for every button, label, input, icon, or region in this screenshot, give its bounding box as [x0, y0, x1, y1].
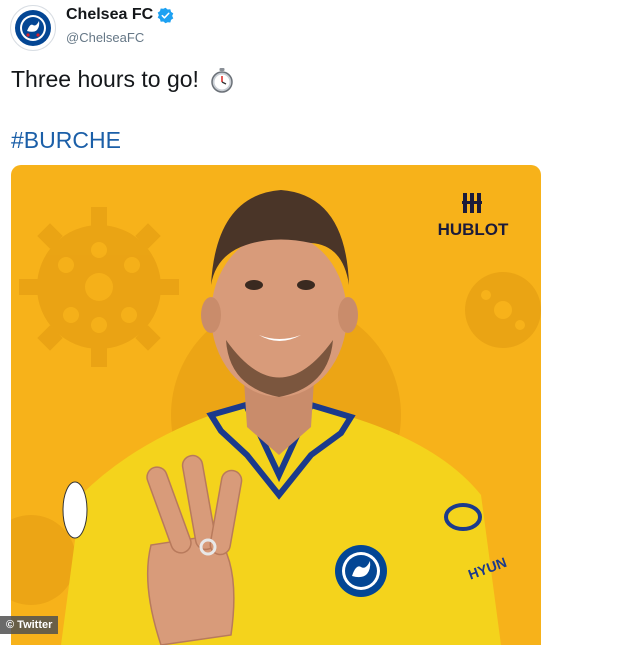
- author-handle[interactable]: @ChelseaFC: [66, 30, 144, 45]
- image-credit: © Twitter: [0, 616, 59, 634]
- chelsea-crest-icon: [335, 545, 387, 597]
- stopwatch-icon: [211, 67, 233, 93]
- verified-badge-icon: [157, 7, 174, 23]
- league-patch-icon: [62, 481, 88, 539]
- three-fingers-hand: [146, 454, 243, 645]
- player-face: [211, 233, 347, 397]
- tweet-text: Three hours to go!: [11, 66, 235, 93]
- author-name-text: Chelsea FC: [66, 6, 154, 23]
- tweet-text-body: Three hours to go!: [11, 66, 199, 92]
- hashtag-link[interactable]: #BURCHE: [11, 127, 121, 154]
- player-illustration: HUBLOT HYUN: [11, 190, 541, 645]
- author-name[interactable]: Chelsea FC: [66, 6, 174, 24]
- tweet-media-image[interactable]: HUBLOT HYUN: [11, 165, 541, 645]
- avatar[interactable]: [10, 5, 56, 51]
- chelsea-crest-icon: [15, 10, 51, 46]
- hublot-logo: [462, 193, 482, 213]
- hublot-logo-text: HUBLOT: [438, 220, 509, 239]
